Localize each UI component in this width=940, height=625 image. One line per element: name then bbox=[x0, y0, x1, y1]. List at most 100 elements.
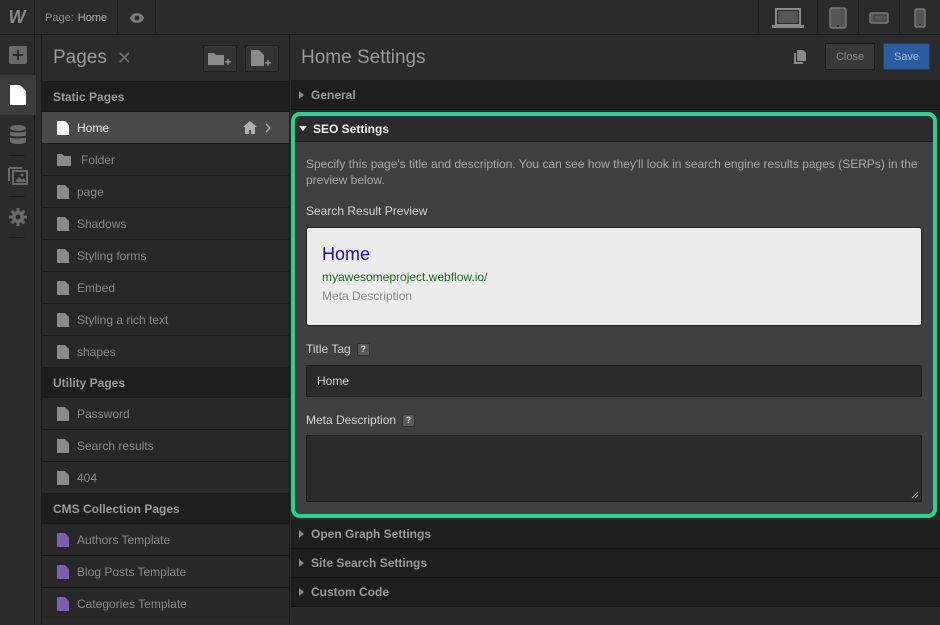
meta-description-label: Meta Description ? bbox=[306, 413, 922, 427]
device-tablet-button[interactable] bbox=[817, 0, 858, 35]
chevron-right-icon[interactable] bbox=[265, 123, 271, 133]
page-sections: Static Pages Home Folder page Shadows Styling… bbox=[42, 81, 289, 619]
collapsed-sections: Open Graph Settings Site Search Settings C… bbox=[291, 520, 940, 607]
seo-settings-section: SEO Settings Specify this page's title a… bbox=[291, 112, 937, 518]
seo-description: Specify this page's title and descriptio… bbox=[306, 156, 922, 188]
page-list-item[interactable]: Embed bbox=[42, 271, 289, 303]
accordion-seo-settings[interactable]: SEO Settings bbox=[295, 116, 933, 142]
page-label: Categories Template bbox=[77, 597, 187, 611]
home-icon bbox=[243, 121, 257, 134]
pages-panel-title: Pages bbox=[53, 47, 107, 69]
page-icon bbox=[57, 313, 69, 327]
cms-panel-button[interactable] bbox=[0, 115, 35, 155]
webflow-logo[interactable]: W bbox=[0, 0, 35, 35]
assets-panel-button[interactable] bbox=[0, 156, 35, 196]
phone-landscape-icon bbox=[869, 12, 889, 24]
title-tag-input[interactable]: Home bbox=[306, 365, 922, 397]
page-icon bbox=[57, 249, 69, 263]
page-list-item[interactable]: Search results bbox=[42, 429, 289, 461]
page-label: Styling a rich text bbox=[77, 313, 168, 327]
page-label: Styling forms bbox=[77, 249, 146, 263]
page-label: 404 bbox=[77, 471, 97, 485]
page-list-item[interactable]: Authors Template bbox=[42, 523, 289, 555]
pages-panel-header: Pages ✕ bbox=[42, 35, 289, 81]
accordion-label: Site Search Settings bbox=[311, 556, 427, 570]
close-icon[interactable]: ✕ bbox=[117, 48, 132, 69]
folder-icon bbox=[57, 154, 71, 166]
images-icon bbox=[8, 167, 28, 185]
page-label: Authors Template bbox=[77, 533, 170, 547]
caret-down-icon bbox=[299, 126, 307, 131]
page-icon bbox=[10, 85, 26, 105]
section-header: Static Pages bbox=[42, 81, 289, 111]
close-button[interactable]: Close bbox=[825, 43, 875, 70]
accordion-general[interactable]: General bbox=[291, 81, 940, 110]
cms-page-icon bbox=[57, 597, 69, 611]
page-list-item[interactable]: Blog Posts Template bbox=[42, 555, 289, 587]
page-icon bbox=[57, 121, 69, 135]
accordion-open-graph-settings[interactable]: Open Graph Settings bbox=[291, 520, 940, 549]
folder-plus-icon bbox=[208, 51, 232, 67]
page-list-item[interactable]: Folder bbox=[42, 143, 289, 175]
page-list-item[interactable]: shapes bbox=[42, 335, 289, 367]
add-folder-button[interactable] bbox=[203, 45, 237, 72]
page-list-item[interactable]: Home bbox=[42, 111, 289, 143]
page-list-item[interactable]: Categories Template bbox=[42, 587, 289, 619]
device-mobile-portrait-button[interactable] bbox=[899, 0, 940, 35]
eye-icon bbox=[129, 12, 145, 24]
save-button[interactable]: Save bbox=[883, 43, 930, 70]
phone-portrait-icon bbox=[914, 8, 926, 28]
label-text: Title Tag bbox=[306, 342, 351, 356]
page-list-item[interactable]: Password bbox=[42, 397, 289, 429]
page-name: Home bbox=[78, 12, 107, 24]
page-label: Search results bbox=[77, 439, 154, 453]
page-list-item[interactable]: page bbox=[42, 175, 289, 207]
add-page-button[interactable] bbox=[245, 45, 279, 72]
page-icon bbox=[57, 345, 69, 359]
page-settings-panel: Home Settings Close Save General SEO Set… bbox=[291, 35, 940, 625]
page-label: Home bbox=[77, 121, 109, 135]
copy-icon bbox=[794, 50, 806, 64]
search-preview-label: Search Result Preview bbox=[306, 204, 922, 218]
accordion-label: Open Graph Settings bbox=[311, 527, 431, 541]
help-icon[interactable]: ? bbox=[357, 343, 370, 356]
page-label: Blog Posts Template bbox=[77, 565, 186, 579]
caret-right-icon bbox=[299, 91, 304, 99]
device-mobile-landscape-button[interactable] bbox=[858, 0, 899, 35]
caret-right-icon bbox=[299, 559, 304, 567]
page-list-item[interactable]: Styling a rich text bbox=[42, 303, 289, 335]
page-label: page bbox=[77, 185, 104, 199]
label-text: Search Result Preview bbox=[306, 204, 427, 218]
settings-panel-button[interactable] bbox=[0, 197, 35, 237]
label-text: Meta Description bbox=[306, 413, 396, 427]
accordion-site-search-settings[interactable]: Site Search Settings bbox=[291, 549, 940, 578]
accordion-custom-code[interactable]: Custom Code bbox=[291, 578, 940, 607]
page-list-item[interactable]: Shadows bbox=[42, 207, 289, 239]
duplicate-page-button[interactable] bbox=[794, 50, 806, 69]
pages-panel-button[interactable] bbox=[0, 75, 36, 115]
accordion-label: SEO Settings bbox=[313, 122, 389, 136]
device-switcher bbox=[758, 0, 940, 35]
page-prefix: Page: bbox=[45, 12, 74, 24]
page-plus-icon bbox=[251, 50, 273, 68]
left-toolbar bbox=[0, 35, 35, 625]
page-list-item[interactable]: Styling forms bbox=[42, 239, 289, 271]
plus-icon bbox=[9, 46, 27, 64]
device-desktop-button[interactable] bbox=[758, 0, 817, 35]
accordion-label: Custom Code bbox=[311, 585, 389, 599]
section-header: Utility Pages bbox=[42, 367, 289, 397]
help-icon[interactable]: ? bbox=[402, 414, 415, 427]
page-icon bbox=[57, 217, 69, 231]
preview-button[interactable] bbox=[119, 0, 156, 35]
search-result-preview: Home myawesomeproject.webflow.io/ Meta D… bbox=[306, 227, 922, 326]
resize-handle-icon[interactable] bbox=[911, 491, 919, 499]
caret-right-icon bbox=[299, 530, 304, 538]
meta-description-textarea[interactable] bbox=[306, 435, 922, 502]
top-bar: W Page: Home bbox=[0, 0, 940, 35]
add-panel-button[interactable] bbox=[0, 35, 35, 75]
row-actions bbox=[243, 121, 271, 134]
page-list-item[interactable]: 404 bbox=[42, 461, 289, 493]
current-page-indicator[interactable]: Page: Home bbox=[35, 0, 118, 35]
caret-right-icon bbox=[299, 588, 304, 596]
tablet-icon bbox=[829, 7, 847, 29]
